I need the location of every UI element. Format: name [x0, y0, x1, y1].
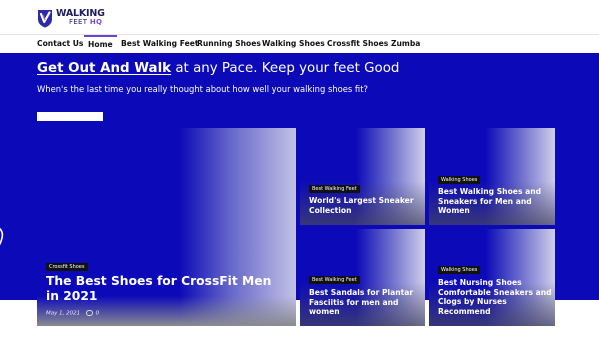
post-card[interactable]: Walking Shoes Best Walking Shoes and Sne…	[429, 128, 555, 225]
post-title[interactable]: Best Sandals for Plantar Fasciitis for m…	[309, 288, 421, 317]
post-card[interactable]: Walking Shoes Best Nursing Shoes Comfort…	[429, 229, 555, 326]
nav-item-home[interactable]: Home	[84, 35, 117, 53]
nav-item-running-shoes[interactable]: Running Shoes	[197, 35, 261, 53]
category-badge[interactable]: Best Walking Feet	[309, 185, 360, 193]
nav-item-crossfit-shoes[interactable]: Crossfit Shoes	[327, 35, 388, 53]
featured-post-title[interactable]: The Best Shoes for CrossFit Men in 2021	[46, 274, 282, 304]
logo-subtitle: FEET HQ	[69, 18, 103, 26]
category-badge[interactable]: Walking Shoes	[438, 176, 481, 184]
nav-item-best-walking-feet[interactable]: Best Walking Feet	[121, 35, 199, 53]
post-title[interactable]: Best Nursing Shoes Comfortable Sneakers …	[438, 278, 552, 316]
post-title[interactable]: World's Largest Sneaker Collection	[309, 196, 419, 215]
featured-post-card[interactable]: Crossfit Shoes The Best Shoes for CrossF…	[37, 128, 296, 326]
hero-subtitle: When's the last time you really thought …	[37, 84, 368, 94]
nav-item-zumba[interactable]: Zumba	[391, 35, 420, 53]
category-badge[interactable]: Walking Shoes	[438, 266, 481, 274]
category-badge[interactable]: Crossfit Shoes	[46, 263, 88, 271]
nav-item-contact-us[interactable]: Contact Us	[37, 35, 83, 53]
partial-side-icon	[0, 227, 4, 246]
hero-cta-button[interactable]	[37, 112, 103, 121]
comment-icon	[85, 310, 93, 316]
post-date: May 1, 2021	[46, 310, 81, 317]
post-title[interactable]: Best Walking Shoes and Sneakers for Men …	[438, 187, 550, 216]
nav-item-walking-shoes[interactable]: Walking Shoes	[262, 35, 325, 53]
main-nav: Contact Us Home Best Walking Feet Runnin…	[0, 34, 599, 54]
hero-title: Get Out And Walk at any Pace. Keep your …	[37, 61, 400, 76]
hero-title-link[interactable]: Get Out And Walk	[37, 61, 171, 76]
logo-wordmark: WALKING	[56, 8, 105, 19]
comment-count: 0	[95, 310, 100, 317]
site-header: WALKING FEET HQ	[0, 0, 599, 34]
site-logo[interactable]: WALKING FEET HQ	[37, 6, 105, 30]
post-card[interactable]: Best Walking Feet World's Largest Sneake…	[300, 128, 425, 225]
logo-shield-icon	[38, 10, 52, 28]
category-badge[interactable]: Best Walking Feet	[309, 276, 360, 284]
post-meta: May 1, 2021 0	[46, 310, 99, 317]
post-card[interactable]: Best Walking Feet Best Sandals for Plant…	[300, 229, 425, 326]
